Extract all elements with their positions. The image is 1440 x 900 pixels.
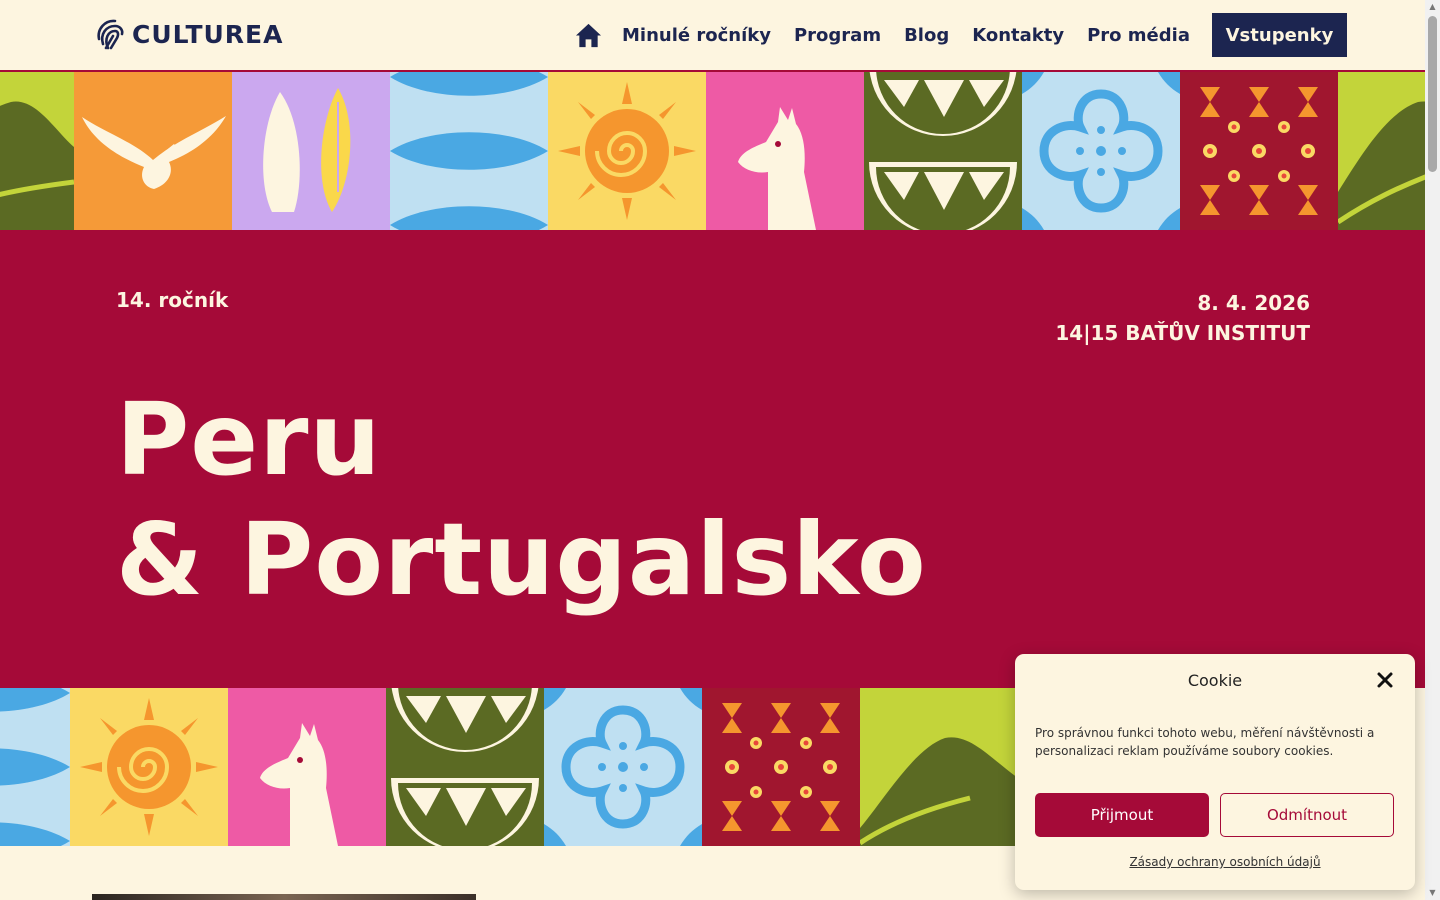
dove-tile	[74, 72, 232, 230]
decline-cookies-button[interactable]: Odmítnout	[1220, 793, 1394, 837]
lime-tile	[386, 688, 544, 846]
logo-text: CULTUREA	[132, 19, 284, 49]
scroll-up-arrow-icon[interactable]: ▲	[1425, 0, 1440, 14]
cookie-title: Cookie	[1187, 671, 1243, 690]
nav-item-program[interactable]: Program	[794, 25, 881, 46]
llama-tile	[228, 688, 386, 846]
scroll-down-arrow-icon[interactable]: ▼	[1425, 886, 1440, 900]
hills-tile	[1338, 72, 1425, 230]
cookie-consent-dialog: Cookie Pro správnou funkci tohoto webu, …	[1015, 654, 1415, 890]
accept-cookies-button[interactable]: Přijmout	[1035, 793, 1209, 837]
hills-tile	[0, 72, 74, 230]
privacy-policy-link[interactable]: Zásady ochrany osobních údajů	[1015, 855, 1415, 869]
site-header: CULTUREA Minulé ročníky Program Blog Kon…	[0, 0, 1425, 72]
scroll-thumb[interactable]	[1428, 16, 1437, 172]
event-info: 8. 4. 2026 14|15 BAŤŮV INSTITUT	[1055, 288, 1310, 348]
fish-tile	[390, 72, 548, 230]
fish-tile	[0, 688, 70, 846]
event-venue: 14|15 BAŤŮV INSTITUT	[1055, 321, 1310, 345]
hero-title-line2: & Portugalsko	[116, 501, 927, 618]
edition-label: 14. ročník	[116, 288, 229, 312]
event-date: 8. 4. 2026	[1197, 291, 1310, 315]
home-icon[interactable]	[575, 22, 602, 49]
nav-item-blog[interactable]: Blog	[904, 25, 949, 46]
hero-title: Peru & Portugalsko	[116, 380, 927, 620]
hero-section: 14. ročník 8. 4. 2026 14|15 BAŤŮV INSTIT…	[0, 230, 1425, 688]
page-scrollbar[interactable]: ▲ ▼	[1425, 0, 1440, 900]
textile-pattern-tile	[1180, 72, 1338, 230]
content-image-peek	[92, 894, 476, 900]
azulejo-flower-tile	[544, 688, 702, 846]
tickets-button[interactable]: Vstupenky	[1211, 13, 1347, 57]
surfboards-tile	[232, 72, 390, 230]
textile-pattern-tile	[702, 688, 860, 846]
cookie-message: Pro správnou funkci tohoto webu, měření …	[1035, 726, 1375, 758]
nav-item-contacts[interactable]: Kontakty	[972, 25, 1064, 46]
hero-title-line1: Peru	[116, 381, 382, 498]
close-icon[interactable]	[1375, 670, 1395, 690]
nav-item-media[interactable]: Pro média	[1087, 25, 1190, 46]
hills-tile	[860, 688, 1018, 846]
sun-tile	[70, 688, 228, 846]
lime-tile	[864, 72, 1022, 230]
llama-tile	[706, 72, 864, 230]
decor-strip-top	[0, 72, 1425, 230]
sun-tile	[548, 72, 706, 230]
nav-item-past-editions[interactable]: Minulé ročníky	[622, 25, 771, 46]
logo[interactable]: CULTUREA	[96, 16, 283, 52]
azulejo-flower-tile	[1022, 72, 1180, 230]
main-nav: Minulé ročníky Program Blog Kontakty Pro…	[575, 13, 1347, 57]
logo-fingerprint-icon	[97, 19, 124, 50]
